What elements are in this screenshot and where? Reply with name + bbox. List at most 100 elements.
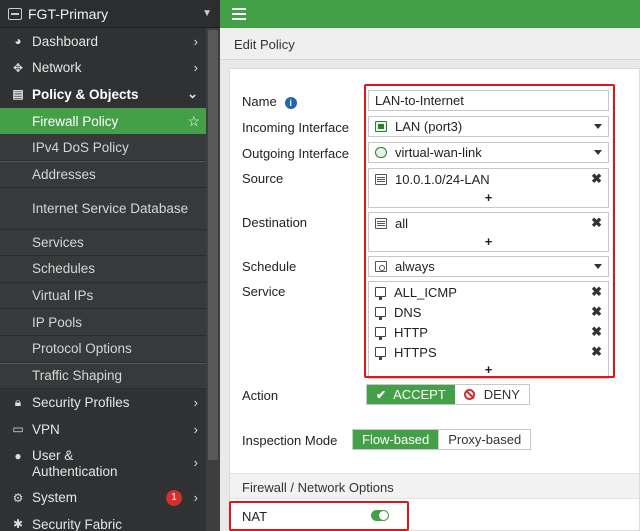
firewall-network-options-header: Firewall / Network Options <box>230 473 639 499</box>
inspection-mode-label: Inspection Mode <box>242 433 338 448</box>
sidebar-item-internet-service-database[interactable]: Internet Service Database <box>0 187 220 230</box>
sidebar-subitem-label: Virtual IPs <box>32 288 94 304</box>
add-destination-button[interactable]: + <box>369 233 608 251</box>
chevron-down-icon: ▼ <box>202 8 212 19</box>
service-icon <box>375 307 386 320</box>
sidebar-item-protocol-options[interactable]: Protocol Options <box>0 335 220 363</box>
sidebar-item-traffic-shaping[interactable]: Traffic Shaping <box>0 362 220 390</box>
source-entry: 10.0.1.0/24-LAN ✖ <box>369 169 608 189</box>
page-header: Edit Policy <box>220 28 640 60</box>
remove-icon[interactable]: ✖ <box>591 344 602 360</box>
nat-label: NAT <box>242 509 268 524</box>
remove-icon[interactable]: ✖ <box>591 304 602 320</box>
accept-button-label: ACCEPT <box>393 387 446 402</box>
schedule-select[interactable]: always <box>368 256 609 277</box>
sidebar-subitem-label: Protocol Options <box>32 341 132 357</box>
user-icon: ● <box>14 449 22 464</box>
device-selector[interactable]: FGT-Primary ▼ <box>0 0 220 28</box>
service-icon <box>375 327 386 340</box>
top-bar <box>220 0 640 28</box>
proxy-based-button[interactable]: Proxy-based <box>438 430 531 449</box>
service-entry: ALL_ICMP ✖ <box>369 282 608 302</box>
chevron-down-icon: ⌄ <box>187 86 198 102</box>
chevron-down-icon <box>594 264 602 269</box>
sidebar-item-security-profiles[interactable]: 🔒︎ Security Profiles › <box>0 389 220 416</box>
incoming-interface-select[interactable]: LAN (port3) <box>368 116 609 137</box>
outgoing-interface-value: virtual-wan-link <box>395 145 482 160</box>
remove-icon[interactable]: ✖ <box>591 215 602 231</box>
service-entry-label: HTTPS <box>394 344 437 360</box>
incoming-interface-value: LAN (port3) <box>395 119 463 134</box>
sidebar-subitem-label: Traffic Shaping <box>32 368 123 384</box>
address-icon <box>375 173 387 185</box>
sidebar-item-virtual-ips[interactable]: Virtual IPs <box>0 282 220 310</box>
sidebar-scrollbar[interactable] <box>206 28 220 531</box>
sidebar-subitem-label: IP Pools <box>32 314 83 330</box>
name-label: Name i <box>242 94 297 109</box>
edit-policy-form: Name i LAN-to-Internet Incoming Interface… <box>229 68 640 531</box>
sidebar-item-services[interactable]: Services <box>0 229 220 257</box>
sidebar-subitem-label: Internet Service Database <box>32 200 189 216</box>
outgoing-interface-label: Outgoing Interface <box>242 146 349 161</box>
name-input-value: LAN-to-Internet <box>375 93 464 108</box>
chevron-down-icon <box>594 124 602 129</box>
source-field[interactable]: 10.0.1.0/24-LAN ✖ + <box>368 168 609 208</box>
name-input[interactable]: LAN-to-Internet <box>368 90 609 111</box>
info-icon[interactable]: i <box>284 97 297 109</box>
add-source-button[interactable]: + <box>369 189 608 207</box>
hamburger-menu-icon[interactable] <box>232 8 246 20</box>
sidebar-item-system[interactable]: ⚙ System 1 › <box>0 484 220 511</box>
flow-based-button[interactable]: Flow-based <box>353 430 439 449</box>
remove-icon[interactable]: ✖ <box>591 324 602 340</box>
destination-label: Destination <box>242 215 308 230</box>
sidebar-item-label: Security Fabric <box>32 516 123 531</box>
remove-icon[interactable]: ✖ <box>591 171 602 187</box>
sidebar-item-label: Policy & Objects <box>32 86 139 102</box>
add-service-button[interactable]: + <box>369 362 608 378</box>
sidebar-item-network[interactable]: ✥ Network › <box>0 55 220 82</box>
accept-button[interactable]: ✔ ACCEPT <box>367 385 455 404</box>
outgoing-interface-select[interactable]: virtual-wan-link <box>368 142 609 163</box>
service-entry-label: HTTP <box>394 324 428 340</box>
chevron-right-icon: › <box>193 33 198 49</box>
service-label: Service <box>242 284 286 299</box>
destination-entry: all ✖ <box>369 213 608 233</box>
service-entry: HTTPS ✖ <box>369 342 608 362</box>
destination-field[interactable]: all ✖ + <box>368 212 609 252</box>
sidebar-subitem-label: IPv4 DoS Policy <box>32 139 129 155</box>
service-icon <box>375 347 386 360</box>
sidebar-item-user-authentication[interactable]: ● User & Authentication › <box>0 442 220 484</box>
remove-icon[interactable]: ✖ <box>591 284 602 300</box>
destination-entry-label: all <box>395 215 409 231</box>
interface-port-icon <box>375 121 387 132</box>
sidebar-item-dashboard[interactable]: ◕ Dashboard › <box>0 28 220 55</box>
sidebar-item-security-fabric[interactable]: ✱ Security Fabric <box>0 511 220 531</box>
sidebar-item-ip-pools[interactable]: IP Pools <box>0 309 220 336</box>
name-label-text: Name <box>242 94 277 109</box>
sidebar-item-addresses[interactable]: Addresses <box>0 160 220 188</box>
sidebar-item-ipv4-dos-policy[interactable]: IPv4 DoS Policy <box>0 134 220 161</box>
sidebar-item-firewall-policy[interactable]: Firewall Policy ☆ <box>0 107 220 135</box>
policy-icon: ▤ <box>12 87 24 102</box>
page-title: Edit Policy <box>234 37 295 52</box>
gear-icon: ⚙ <box>12 490 24 505</box>
sidebar-item-policy-objects[interactable]: ▤ Policy & Objects ⌄ <box>0 81 220 108</box>
schedule-value: always <box>395 259 435 274</box>
nat-toggle[interactable] <box>371 510 389 521</box>
source-label: Source <box>242 171 284 186</box>
star-icon[interactable]: ☆ <box>187 113 200 130</box>
incoming-interface-label: Incoming Interface <box>242 120 349 135</box>
service-entry-label: DNS <box>394 304 422 320</box>
sidebar-item-label: VPN <box>32 421 60 437</box>
sidebar-item-label: Security Profiles <box>32 394 130 410</box>
scrollbar-thumb[interactable] <box>208 30 218 460</box>
deny-button[interactable]: DENY <box>454 385 529 404</box>
sidebar-item-vpn[interactable]: ▭ VPN › <box>0 416 220 443</box>
gauge-icon: ◕ <box>14 34 22 49</box>
sidebar-item-schedules[interactable]: Schedules <box>0 256 220 283</box>
chevron-right-icon: › <box>193 421 198 437</box>
lock-icon: 🔒︎ <box>14 394 22 409</box>
deny-button-label: DENY <box>483 387 520 402</box>
service-field[interactable]: ALL_ICMP ✖ DNS ✖ HTTP ✖ HTTPS ✖ + <box>368 281 609 379</box>
sidebar-subitem-label: Schedules <box>32 261 96 277</box>
